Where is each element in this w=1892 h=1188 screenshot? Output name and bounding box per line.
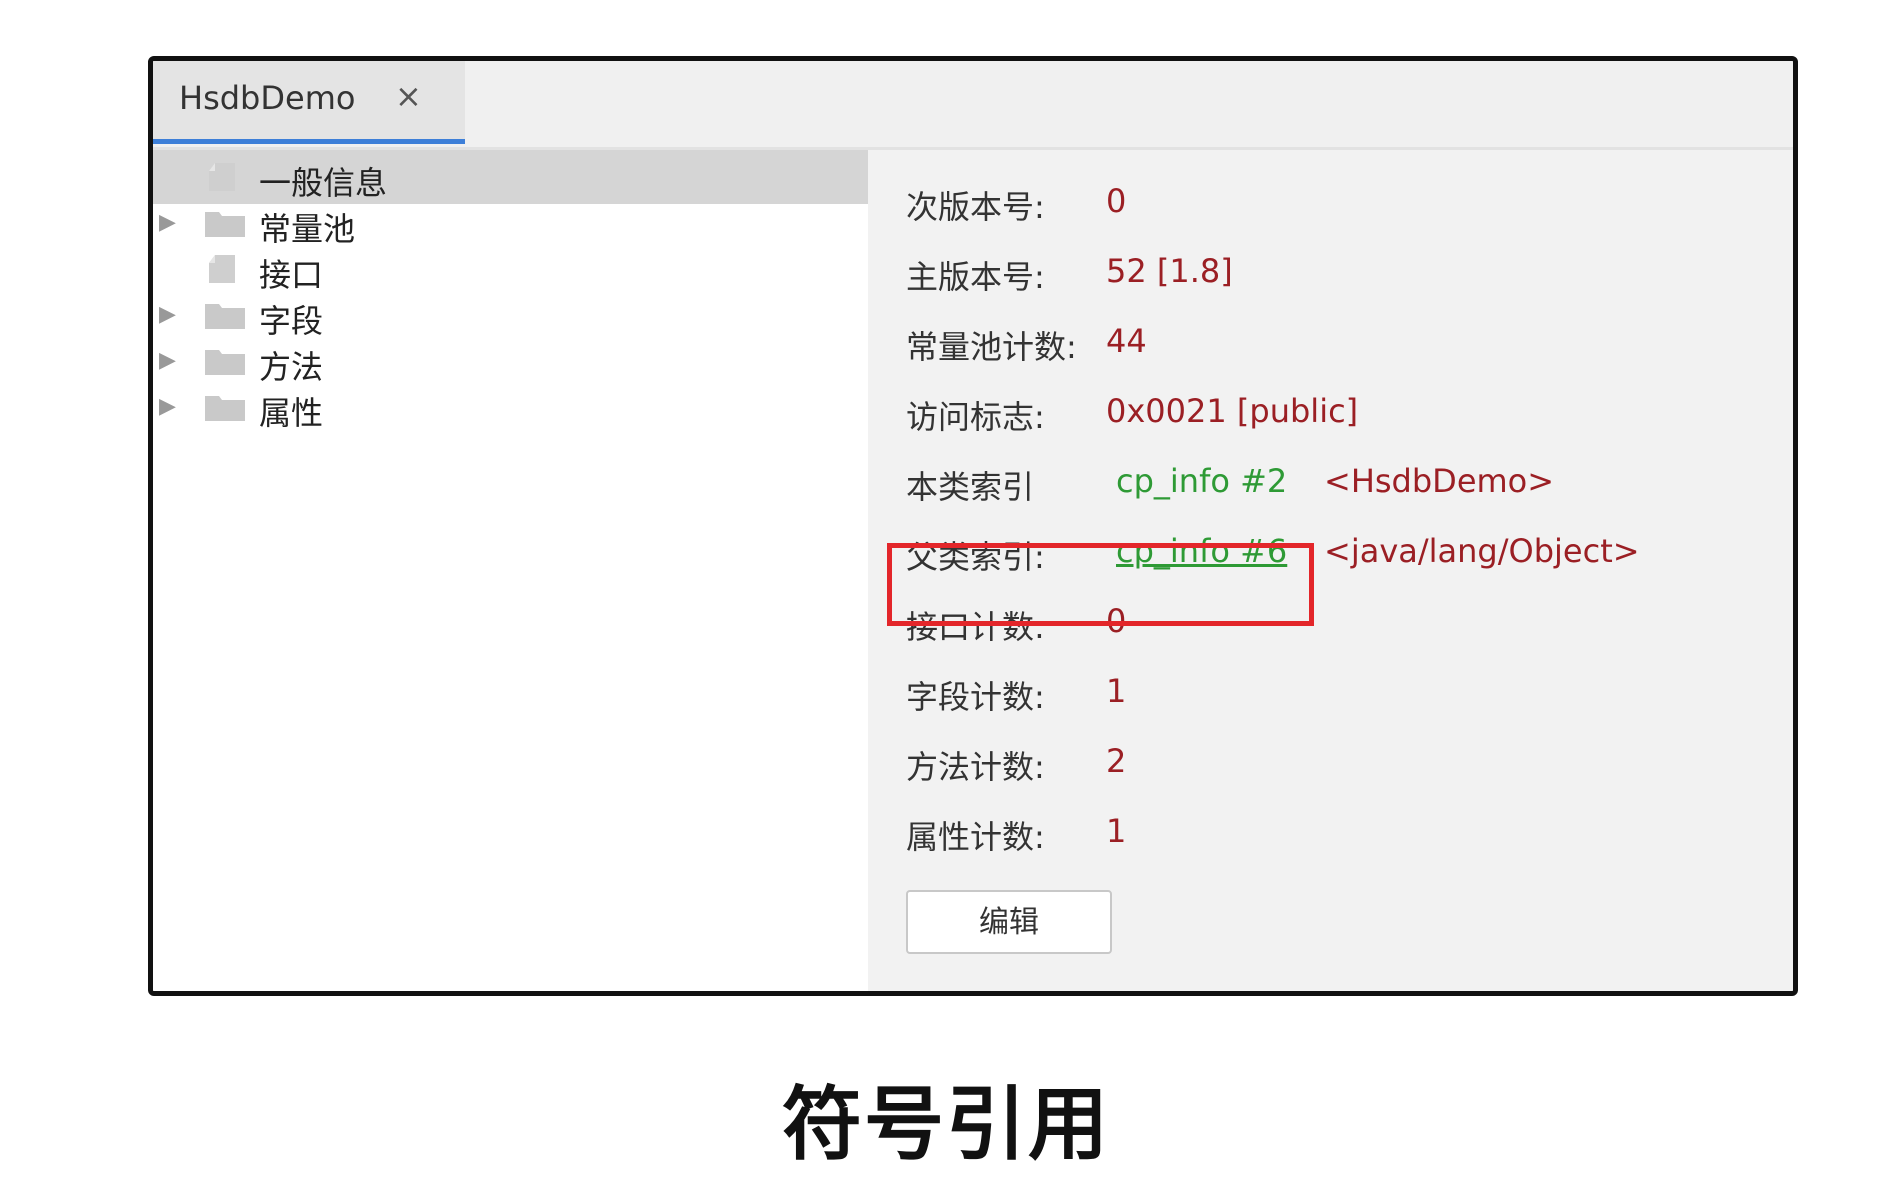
tree-item-label: 属性 (259, 394, 324, 432)
field-label: 属性计数: (906, 818, 1045, 856)
expand-arrow-icon[interactable]: ▶ (159, 348, 176, 373)
this-class-row: 本类索引 cp_info #2 <HsdbDemo> (906, 458, 1786, 508)
edit-button[interactable]: 编辑 (906, 890, 1112, 954)
tab-title: HsdbDemo (179, 79, 356, 117)
field-value: 0x0021 [public] (1106, 392, 1359, 430)
fields-count-row: 字段计数: 1 (906, 668, 1786, 718)
folder-icon (205, 304, 245, 329)
access-flags-row: 访问标志: 0x0021 [public] (906, 388, 1786, 438)
tab-hsdbdemo[interactable]: HsdbDemo × (153, 61, 465, 144)
class-name: <java/lang/Object> (1324, 532, 1640, 570)
highlight-box (887, 543, 1314, 626)
details-panel: 次版本号: 0 主版本号: 52 [1.8] 常量池计数: 44 访问标志: 0… (868, 150, 1793, 991)
caption: 符号引用 (782, 1078, 1110, 1171)
constant-pool-count-row: 常量池计数: 44 (906, 318, 1786, 368)
field-value: 0 (1106, 182, 1127, 220)
file-icon (209, 255, 235, 283)
tree-item-attributes[interactable]: ▶ 属性 (153, 380, 868, 434)
close-icon[interactable]: × (395, 77, 422, 115)
field-label: 方法计数: (906, 748, 1045, 786)
field-label: 主版本号: (906, 258, 1045, 296)
field-value: 2 (1106, 742, 1127, 780)
expand-arrow-icon[interactable]: ▶ (159, 302, 176, 327)
minor-version-row: 次版本号: 0 (906, 178, 1786, 228)
methods-count-row: 方法计数: 2 (906, 738, 1786, 788)
folder-icon (205, 396, 245, 421)
class-viewer-window: HsdbDemo × 一般信息 ▶ 常量池 接口 ▶ 字段 ▶ 方法 ▶ 属性 … (148, 56, 1798, 996)
field-value: 1 (1106, 812, 1127, 850)
field-label: 本类索引 (906, 468, 1035, 506)
tab-bar: HsdbDemo × (153, 61, 1793, 150)
field-value: 52 [1.8] (1106, 252, 1233, 290)
expand-arrow-icon[interactable]: ▶ (159, 210, 176, 235)
major-version-row: 主版本号: 52 [1.8] (906, 248, 1786, 298)
cp-info-link[interactable]: cp_info #2 (1116, 462, 1287, 500)
field-label: 字段计数: (906, 678, 1045, 716)
field-label: 常量池计数: (906, 328, 1077, 366)
attributes-count-row: 属性计数: 1 (906, 808, 1786, 858)
field-label: 次版本号: (906, 188, 1045, 226)
folder-icon (205, 212, 245, 237)
class-name: <HsdbDemo> (1324, 462, 1555, 500)
folder-icon (205, 350, 245, 375)
expand-arrow-icon[interactable]: ▶ (159, 394, 176, 419)
field-value: 44 (1106, 322, 1147, 360)
field-value: 1 (1106, 672, 1127, 710)
field-label: 访问标志: (906, 398, 1045, 436)
structure-tree: 一般信息 ▶ 常量池 接口 ▶ 字段 ▶ 方法 ▶ 属性 (153, 150, 868, 991)
file-icon (209, 163, 235, 191)
